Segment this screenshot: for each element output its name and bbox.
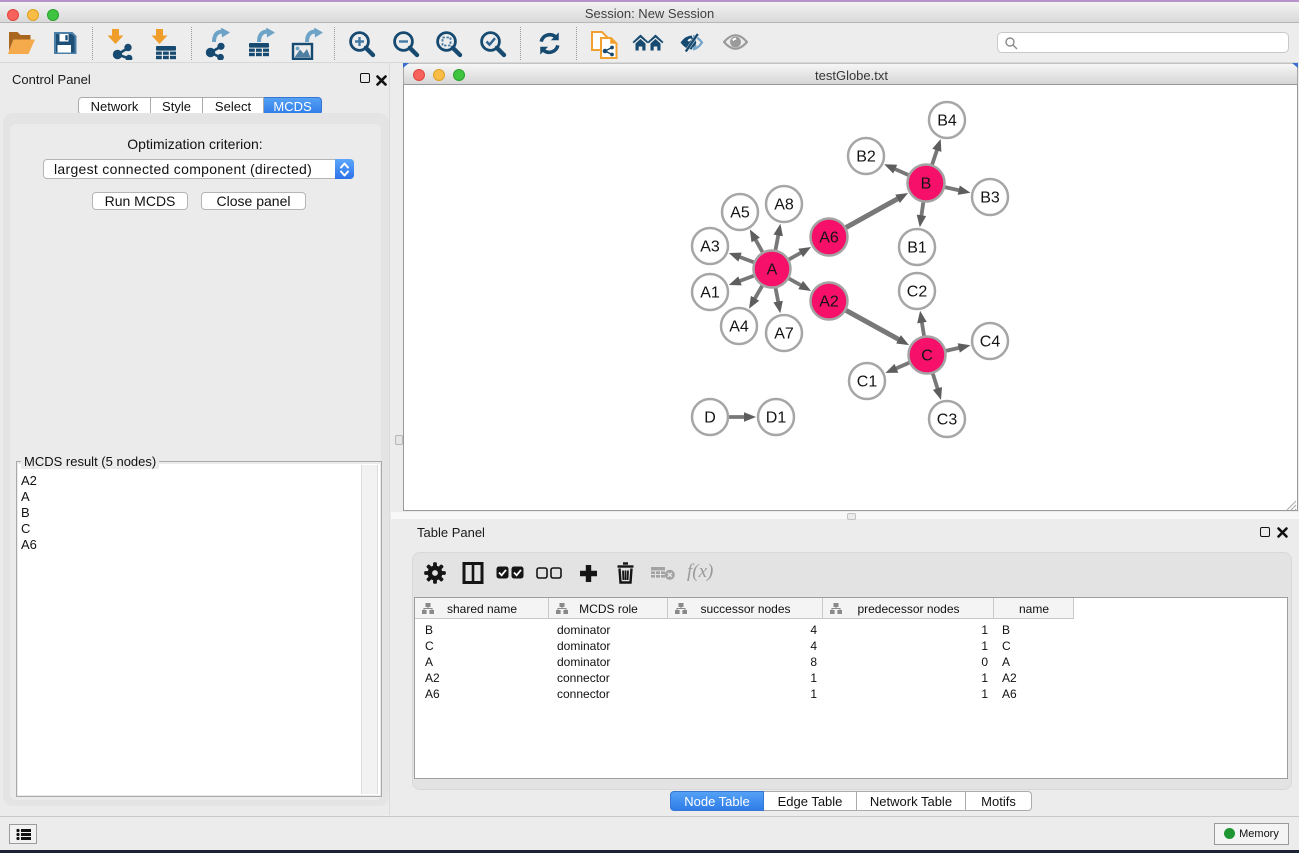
svg-text:A7: A7	[774, 326, 794, 343]
svg-text:B1: B1	[907, 240, 927, 257]
svg-text:A4: A4	[729, 319, 749, 336]
svg-text:A6: A6	[819, 230, 839, 247]
svg-text:A3: A3	[700, 239, 720, 256]
svg-text:B2: B2	[856, 149, 876, 166]
svg-text:C1: C1	[857, 374, 878, 391]
svg-text:A: A	[767, 262, 778, 279]
svg-text:C4: C4	[980, 334, 1001, 351]
svg-text:A8: A8	[774, 197, 794, 214]
svg-text:A5: A5	[730, 205, 750, 222]
svg-text:A2: A2	[819, 294, 839, 311]
svg-text:B3: B3	[980, 190, 1000, 207]
svg-text:B: B	[921, 176, 932, 193]
svg-text:C2: C2	[907, 284, 928, 301]
svg-text:C3: C3	[937, 412, 958, 429]
svg-text:D1: D1	[766, 410, 787, 427]
svg-text:D: D	[704, 410, 716, 427]
svg-text:A1: A1	[700, 285, 720, 302]
svg-text:C: C	[921, 348, 933, 365]
svg-text:B4: B4	[937, 113, 957, 130]
